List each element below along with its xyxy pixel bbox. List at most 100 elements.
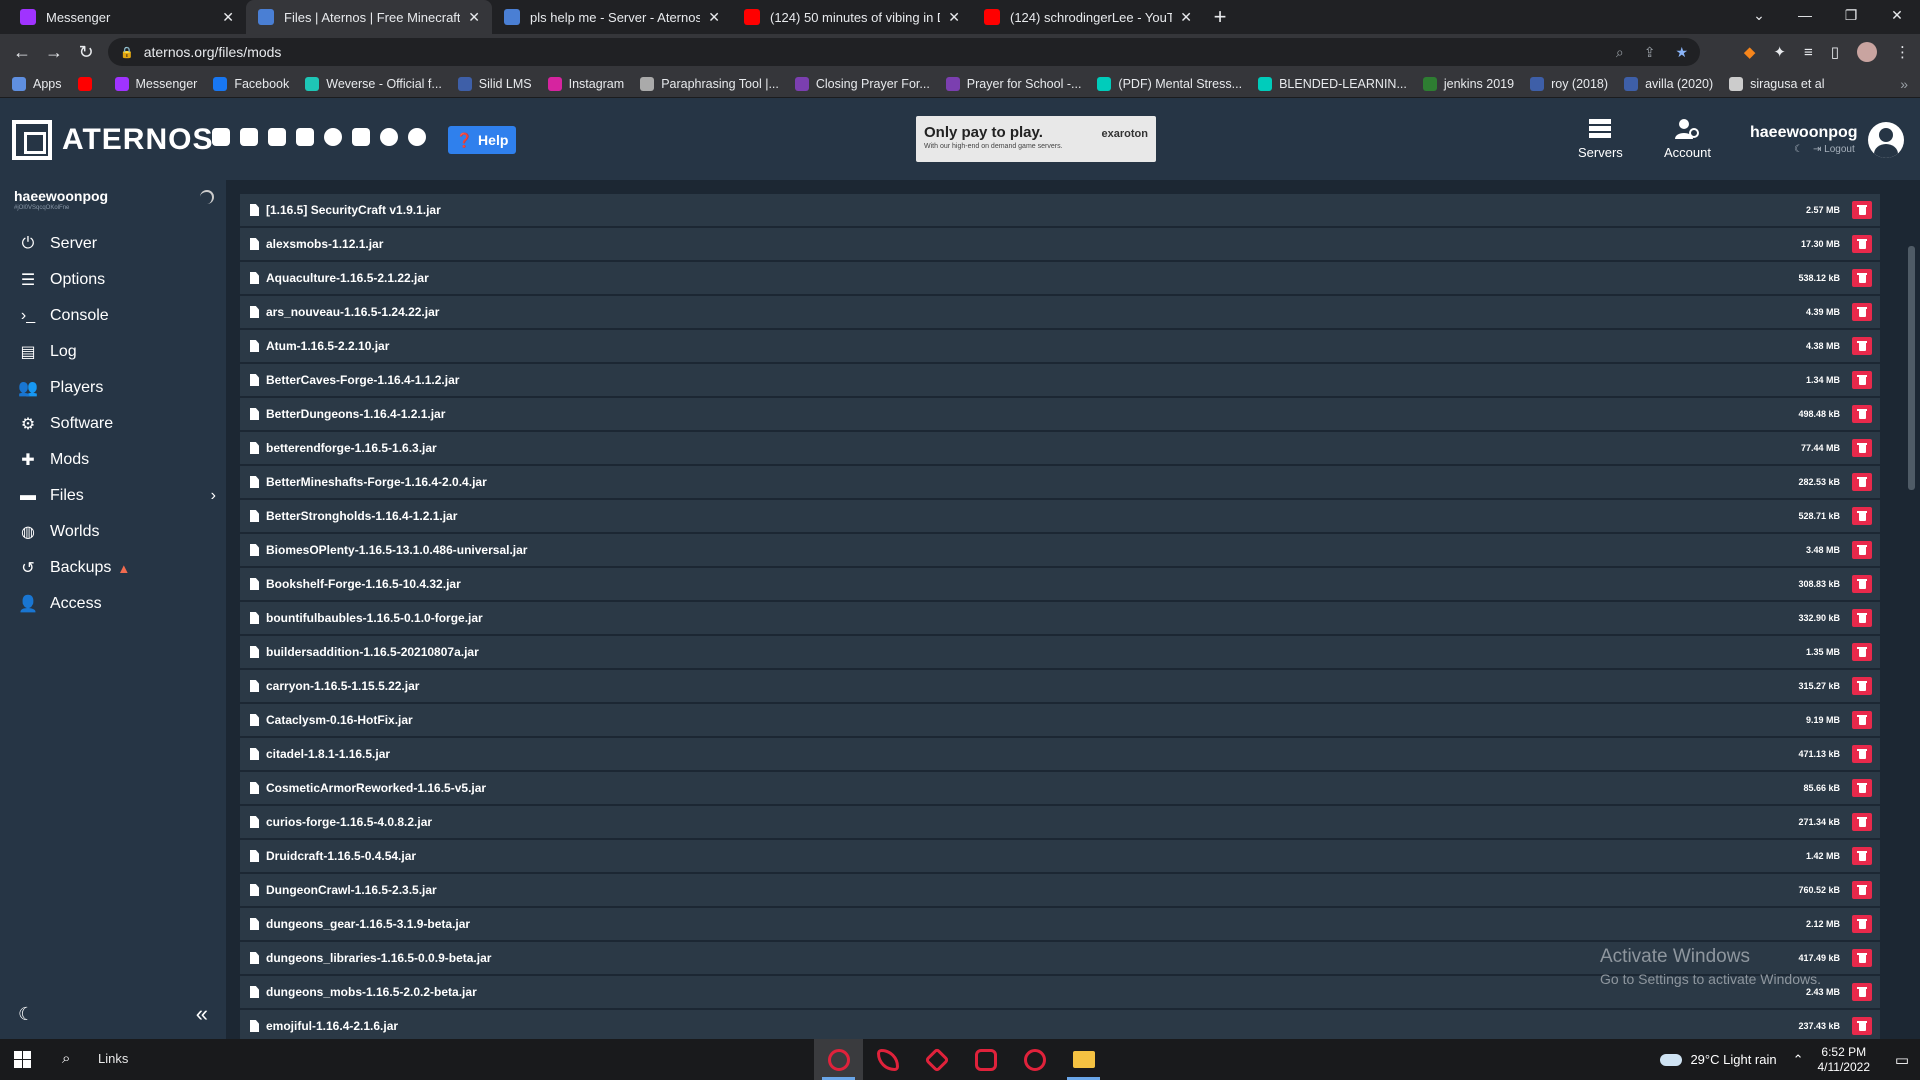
sidebar-item-worlds[interactable]: ◍ Worlds (0, 514, 226, 550)
file-row[interactable]: ars_nouveau-1.16.5-1.24.22.jar 4.39 MB (240, 296, 1880, 328)
zoom-icon[interactable]: ⌕ (1616, 44, 1624, 61)
metamask-icon[interactable]: ◆ (1744, 43, 1756, 61)
collapse-sidebar-icon[interactable]: « (196, 1001, 208, 1027)
bookmark-item[interactable]: siragusa et al (1729, 76, 1825, 91)
scrollbar-thumb[interactable] (1908, 246, 1915, 490)
share-icon[interactable]: ⇪ (1644, 44, 1656, 61)
file-name[interactable]: BetterStrongholds-1.16.4-1.2.1.jar (266, 509, 457, 523)
delete-trash-icon[interactable] (1852, 881, 1872, 899)
file-name[interactable]: ars_nouveau-1.16.5-1.24.22.jar (266, 305, 439, 319)
delete-trash-icon[interactable] (1852, 609, 1872, 627)
reddit-icon[interactable] (324, 128, 342, 146)
file-name[interactable]: buildersaddition-1.16.5-20210807a.jar (266, 645, 479, 659)
bookmark-item[interactable]: Messenger (114, 76, 197, 91)
aternos-logo[interactable]: ATERNOS (12, 120, 213, 160)
account-button[interactable]: Account (1664, 118, 1711, 160)
file-name[interactable]: Aquaculture-1.16.5-2.1.22.jar (266, 271, 429, 285)
file-row[interactable]: emojiful-1.16.4-2.1.6.jar 237.43 kB (240, 1010, 1880, 1039)
file-name[interactable]: betterendforge-1.16.5-1.6.3.jar (266, 441, 437, 455)
delete-trash-icon[interactable] (1852, 745, 1872, 763)
reload-icon[interactable]: ↻ (70, 36, 102, 68)
file-row[interactable]: betterendforge-1.16.5-1.6.3.jar 77.44 MB (240, 432, 1880, 464)
extensions-puzzle-icon[interactable]: ✦ (1773, 43, 1786, 61)
url-text[interactable]: aternos.org/files/mods (144, 44, 282, 60)
delete-trash-icon[interactable] (1852, 915, 1872, 933)
sidebar-item-console[interactable]: ›_ Console (0, 298, 226, 334)
tab-close-icon[interactable]: ✕ (948, 9, 960, 26)
new-tab-button[interactable]: + (1204, 0, 1236, 34)
delete-trash-icon[interactable] (1852, 711, 1872, 729)
file-name[interactable]: Bookshelf-Forge-1.16.5-10.4.32.jar (266, 577, 461, 591)
file-name[interactable]: citadel-1.8.1-1.16.5.jar (266, 747, 390, 761)
file-row[interactable]: curios-forge-1.16.5-4.0.8.2.jar 271.34 kB (240, 806, 1880, 838)
tab-close-icon[interactable]: ✕ (468, 9, 480, 26)
help-button[interactable]: ❓ Help (448, 126, 516, 154)
file-name[interactable]: alexsmobs-1.12.1.jar (266, 237, 383, 251)
weather-widget[interactable]: 29°C Light rain (1660, 1052, 1777, 1067)
delete-trash-icon[interactable] (1852, 847, 1872, 865)
tab-close-icon[interactable]: ✕ (1180, 9, 1192, 26)
windows-start-icon[interactable] (14, 1051, 31, 1068)
tab-search-icon[interactable]: ⌄ (1736, 0, 1782, 30)
menu-kebab-icon[interactable]: ⋮ (1895, 43, 1910, 61)
exaroton-ad-banner[interactable]: Only pay to play. With our high-end on d… (916, 116, 1156, 162)
delete-trash-icon[interactable] (1852, 405, 1872, 423)
file-name[interactable]: Atum-1.16.5-2.2.10.jar (266, 339, 389, 353)
file-name[interactable]: dungeons_mobs-1.16.5-2.0.2-beta.jar (266, 985, 477, 999)
file-name[interactable]: BetterDungeons-1.16.4-1.2.1.jar (266, 407, 445, 421)
taskbar-app-game[interactable] (912, 1039, 961, 1080)
bookmark-item[interactable]: Paraphrasing Tool |... (640, 76, 779, 91)
taskbar-app-explorer[interactable] (1059, 1039, 1108, 1080)
file-name[interactable]: BetterMineshafts-Forge-1.16.4-2.0.4.jar (266, 475, 487, 489)
bookmark-item[interactable]: BLENDED-LEARNIN... (1258, 76, 1407, 91)
file-row[interactable]: Druidcraft-1.16.5-0.4.54.jar 1.42 MB (240, 840, 1880, 872)
taskbar-app-spotify[interactable] (1010, 1039, 1059, 1080)
taskbar-search-text[interactable]: Links (98, 1051, 128, 1066)
file-name[interactable]: dungeons_libraries-1.16.5-0.0.9-beta.jar (266, 951, 491, 965)
file-name[interactable]: DungeonCrawl-1.16.5-2.3.5.jar (266, 883, 437, 897)
support-icon[interactable] (380, 128, 398, 146)
tab-close-icon[interactable]: ✕ (708, 9, 720, 26)
file-row[interactable]: BiomesOPlenty-1.16.5-13.1.0.486-universa… (240, 534, 1880, 566)
file-row[interactable]: BetterDungeons-1.16.4-1.2.1.jar 498.48 kB (240, 398, 1880, 430)
browser-tab[interactable]: pls help me - Server - Aternos Co ✕ (492, 0, 732, 34)
sidebar-item-server[interactable]: ⏻ Server (0, 226, 226, 262)
search-icon[interactable]: ⌕ (62, 1050, 70, 1067)
back-arrow-icon[interactable]: ← (6, 36, 38, 68)
side-panel-icon[interactable]: ▯ (1831, 43, 1839, 61)
profile-avatar[interactable] (1857, 42, 1877, 62)
bookmark-item[interactable]: avilla (2020) (1624, 76, 1713, 91)
browser-tab[interactable]: (124) 50 minutes of vibing in DEV ✕ (732, 0, 972, 34)
file-row[interactable]: citadel-1.8.1-1.16.5.jar 471.13 kB (240, 738, 1880, 770)
file-row[interactable]: [1.16.5] SecurityCraft v1.9.1.jar 2.57 MB (240, 194, 1880, 226)
file-name[interactable]: bountifulbaubles-1.16.5-0.1.0-forge.jar (266, 611, 483, 625)
delete-trash-icon[interactable] (1852, 201, 1872, 219)
forward-arrow-icon[interactable]: → (38, 36, 70, 68)
file-row[interactable]: BetterCaves-Forge-1.16.4-1.1.2.jar 1.34 M… (240, 364, 1880, 396)
bookmark-item[interactable]: Closing Prayer For... (794, 76, 930, 91)
taskbar-app-discord[interactable] (961, 1039, 1010, 1080)
bookmark-item[interactable]: roy (2018) (1530, 76, 1608, 91)
file-row[interactable]: BetterStrongholds-1.16.4-1.2.1.jar 528.71… (240, 500, 1880, 532)
delete-trash-icon[interactable] (1852, 507, 1872, 525)
delete-trash-icon[interactable] (1852, 983, 1872, 1001)
file-name[interactable]: Druidcraft-1.16.5-0.4.54.jar (266, 849, 416, 863)
delete-trash-icon[interactable] (1852, 575, 1872, 593)
delete-trash-icon[interactable] (1852, 813, 1872, 831)
sidebar-item-access[interactable]: 👤 Access (0, 586, 226, 622)
instagram-icon[interactable] (296, 128, 314, 146)
sidebar-item-mods[interactable]: ✚ Mods (0, 442, 226, 478)
file-row[interactable]: alexsmobs-1.12.1.jar 17.30 MB (240, 228, 1880, 260)
delete-trash-icon[interactable] (1852, 235, 1872, 253)
bookmark-item[interactable]: Instagram (547, 76, 624, 91)
file-row[interactable]: Atum-1.16.5-2.2.10.jar 4.38 MB (240, 330, 1880, 362)
moon-icon[interactable]: ☾ (18, 1004, 34, 1025)
bookmark-item[interactable]: Silid LMS (457, 76, 532, 91)
file-name[interactable]: BetterCaves-Forge-1.16.4-1.1.2.jar (266, 373, 459, 387)
facebook-icon[interactable] (240, 128, 258, 146)
clock[interactable]: 6:52 PM 4/11/2022 (1818, 1045, 1871, 1075)
delete-trash-icon[interactable] (1852, 949, 1872, 967)
file-row[interactable]: BetterMineshafts-Forge-1.16.4-2.0.4.jar 2… (240, 466, 1880, 498)
tab-close-icon[interactable]: ✕ (222, 9, 234, 26)
file-row[interactable]: dungeons_gear-1.16.5-3.1.9-beta.jar 2.12 … (240, 908, 1880, 940)
